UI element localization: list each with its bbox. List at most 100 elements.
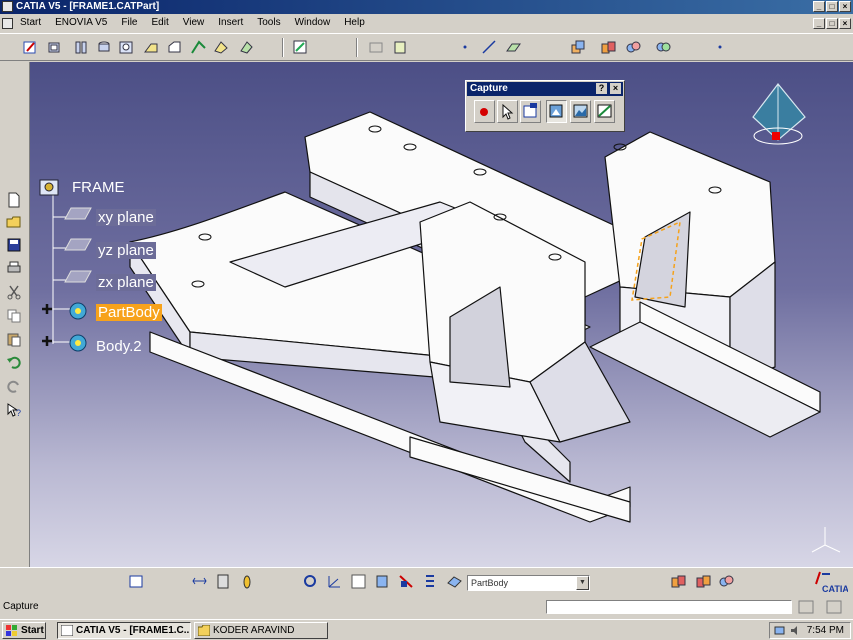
svg-text:?: ? [16,408,21,418]
save-icon[interactable] [6,237,22,253]
menu-tools[interactable]: Tools [257,17,280,28]
body-gear-icon[interactable] [66,300,92,322]
add-body-icon[interactable] [625,39,642,56]
copy-icon[interactable] [6,308,22,324]
point-icon[interactable] [457,39,474,56]
command-input[interactable] [546,600,792,614]
menu-start[interactable]: Start [20,17,41,28]
hole-icon[interactable] [96,39,113,56]
measure-icon[interactable] [368,39,385,56]
capture-help-button[interactable]: ? [596,83,607,94]
expand-plus-icon[interactable] [40,334,54,348]
pan-icon[interactable] [215,573,232,590]
tree-partbody[interactable]: PartBody [96,304,162,321]
album-button[interactable] [570,100,591,123]
minimize-button[interactable]: _ [813,1,825,12]
chevron-down-icon[interactable]: ▼ [576,576,589,590]
shell-icon[interactable] [213,39,230,56]
paste-icon[interactable] [6,331,22,347]
plane-xy-icon[interactable] [63,205,93,225]
maximize-button[interactable]: □ [826,1,838,12]
iso-view-icon[interactable] [350,573,367,590]
top-toolbar [0,33,853,61]
fillet-icon[interactable] [143,39,160,56]
assemble-icon[interactable] [600,39,617,56]
3d-viewport[interactable]: FRAME xy plane yz plane zx plane PartBod… [30,62,853,567]
doc-close-button[interactable]: × [839,18,851,29]
dot-icon[interactable] [712,39,729,56]
fly-mode-icon[interactable] [128,573,145,590]
volume-icon[interactable] [790,625,802,636]
view-mode-icon[interactable] [374,573,391,590]
part-icon[interactable] [718,573,735,590]
whats-this-icon[interactable]: ? [6,402,22,418]
new-document-icon[interactable] [6,192,22,208]
body-select[interactable]: PartBody ▼ [467,575,590,591]
close-button[interactable]: × [839,1,851,12]
menu-enovia[interactable]: ENOVIA V5 [55,17,107,28]
taskbar-catia[interactable]: CATIA V5 - [FRAME1.C... [57,622,191,639]
pad-icon[interactable] [46,39,63,56]
fit-all-icon[interactable] [191,573,208,590]
plane-zx-icon[interactable] [63,268,93,288]
pocket-icon[interactable] [118,39,135,56]
cut-icon[interactable] [6,284,22,300]
expand-plus-icon[interactable] [40,302,54,316]
menu-insert[interactable]: Insert [218,17,243,28]
tree-body2[interactable]: Body.2 [96,338,142,355]
settings-button[interactable] [594,100,615,123]
network-icon[interactable] [774,625,786,636]
boolean-icon[interactable] [570,39,587,56]
product-icon[interactable] [670,573,687,590]
menu-edit[interactable]: Edit [152,17,169,28]
chamfer-icon[interactable] [166,39,183,56]
measure-item-icon[interactable] [392,39,409,56]
plane-yz-icon[interactable] [63,236,93,256]
menu-file[interactable]: File [121,17,137,28]
tree-zx-plane[interactable]: zx plane [96,274,156,291]
thickness-icon[interactable] [238,39,255,56]
svg-text:CATIA: CATIA [822,584,848,594]
material-icon[interactable] [446,573,463,590]
body-gear-icon[interactable] [66,332,92,354]
capture-options-button[interactable] [520,100,541,123]
capture-mode-button[interactable] [546,100,567,123]
draft-icon[interactable] [190,39,207,56]
menu-window[interactable]: Window [295,17,331,28]
capture-close-button[interactable]: × [610,83,621,94]
menu-help[interactable]: Help [344,17,365,28]
tree-root-label[interactable]: FRAME [72,179,125,196]
capture-title[interactable]: Capture ? × [467,82,623,96]
shaft-icon[interactable] [73,39,90,56]
print-icon[interactable] [6,260,22,276]
redo-icon[interactable] [6,378,22,394]
intersect-icon[interactable] [655,39,672,56]
status-window-icon[interactable] [798,600,814,614]
swap-space-icon[interactable] [422,573,439,590]
taskbar-folder[interactable]: KODER ARAVIND [194,622,328,639]
record-button[interactable] [474,100,495,123]
start-button[interactable]: Start [2,622,46,639]
plane-icon[interactable] [505,39,522,56]
sketcher-icon[interactable] [22,39,39,56]
zoom-icon[interactable] [302,573,319,590]
normal-view-icon[interactable] [326,573,343,590]
undo-icon[interactable] [6,354,22,370]
doc-restore-button[interactable]: □ [826,18,838,29]
part-root-icon[interactable] [38,177,62,199]
tree-xy-plane[interactable]: xy plane [96,209,156,226]
compass-icon[interactable] [752,83,806,145]
rotate-icon[interactable] [239,573,256,590]
open-folder-icon[interactable] [6,214,22,230]
tree-yz-plane[interactable]: yz plane [96,242,156,259]
line-icon[interactable] [481,39,498,56]
doc-minimize-button[interactable]: _ [813,18,825,29]
menu-view[interactable]: View [183,17,205,28]
hide-show-icon[interactable] [398,573,415,590]
status-window-icon[interactable] [826,600,842,614]
component-icon[interactable] [695,573,712,590]
select-mode-button[interactable] [497,100,518,123]
album-icon [573,104,588,118]
apply-material-icon[interactable] [292,39,309,56]
clock: 7:54 PM [806,625,844,636]
